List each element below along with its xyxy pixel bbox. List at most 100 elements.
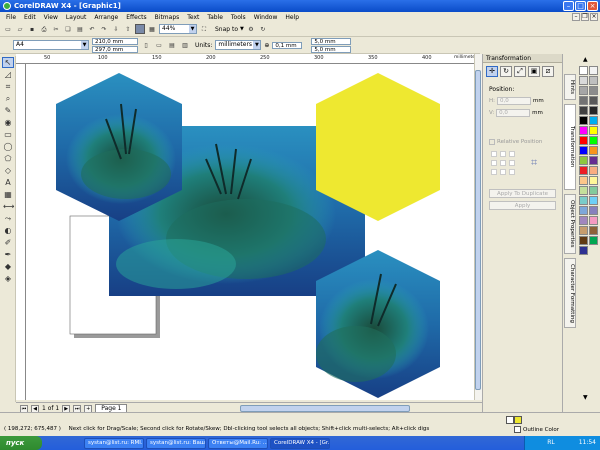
color-swatch[interactable] <box>589 136 598 145</box>
redo-icon[interactable]: ↷ <box>99 24 109 34</box>
color-swatch[interactable] <box>579 156 588 165</box>
zoom-tool-icon[interactable]: ⌕ <box>2 93 14 104</box>
color-swatch[interactable] <box>589 206 598 215</box>
menu-window[interactable]: Window <box>250 14 282 21</box>
color-swatch[interactable] <box>589 186 598 195</box>
tab-hints[interactable]: Hints <box>564 74 576 100</box>
print-icon[interactable]: ⎙ <box>39 24 49 34</box>
rotate-mode-icon[interactable]: ↻ <box>500 66 512 77</box>
yellow-hexagon[interactable] <box>316 73 440 221</box>
menu-edit[interactable]: Edit <box>20 14 40 21</box>
doc-close-button[interactable]: × <box>590 13 598 21</box>
smart-fill-icon[interactable]: ◉ <box>2 117 14 128</box>
menu-text[interactable]: Text <box>183 14 203 21</box>
minimize-button[interactable]: – <box>563 1 574 11</box>
color-swatch[interactable] <box>589 86 598 95</box>
color-swatch[interactable] <box>579 216 588 225</box>
fill-tool-icon[interactable]: ◆ <box>2 261 14 272</box>
full-screen-icon[interactable]: ⛶ <box>199 24 209 34</box>
menu-bitmaps[interactable]: Bitmaps <box>151 14 184 21</box>
dup-y-input[interactable]: 5,0 mm <box>311 45 352 53</box>
options-icon[interactable]: ⚙ <box>246 24 256 34</box>
pick-tool-icon[interactable]: ↖ <box>2 57 14 68</box>
position-mode-icon[interactable]: ✛ <box>486 66 498 77</box>
table-tool-icon[interactable]: ▦ <box>2 189 14 200</box>
reef-photo-hexagon-left[interactable] <box>56 73 182 221</box>
crop-tool-icon[interactable]: ⌗ <box>2 81 14 92</box>
apply-to-duplicate-button[interactable]: Apply To Duplicate <box>489 189 556 198</box>
copy-icon[interactable]: ❏ <box>63 24 73 34</box>
color-swatch[interactable] <box>579 106 588 115</box>
skew-mode-icon[interactable]: ⧄ <box>542 66 554 77</box>
color-swatch[interactable] <box>579 136 588 145</box>
import-icon[interactable]: ⇩ <box>111 24 121 34</box>
doc-minimize-button[interactable]: – <box>572 13 580 21</box>
color-swatch[interactable] <box>589 176 598 185</box>
nudge-input[interactable]: 0,1 mm <box>272 41 303 49</box>
open-icon[interactable]: ▱ <box>15 24 25 34</box>
reef-photo-hexagon-right[interactable] <box>316 250 440 398</box>
basic-shapes-icon[interactable]: ◇ <box>2 165 14 176</box>
vertical-scroll-thumb[interactable] <box>475 70 481 390</box>
color-swatch[interactable] <box>579 236 588 245</box>
connector-tool-icon[interactable]: ⤳ <box>2 213 14 224</box>
h-position-input[interactable]: 0,0 <box>497 97 531 105</box>
interactive-fill-icon[interactable]: ◈ <box>2 273 14 284</box>
color-swatch[interactable] <box>589 96 598 105</box>
menu-layout[interactable]: Layout <box>62 14 90 21</box>
task-answers[interactable]: Ответы@Mail.Ru: ... <box>208 437 268 449</box>
landscape-icon[interactable]: ▭ <box>154 40 164 50</box>
color-swatch[interactable] <box>589 146 598 155</box>
color-swatch[interactable] <box>589 66 598 75</box>
page-width-input[interactable]: 210,0 mm <box>92 37 138 45</box>
undo-icon[interactable]: ↶ <box>87 24 97 34</box>
all-pages-icon[interactable]: ▤ <box>167 40 177 50</box>
rectangle-tool-icon[interactable]: ▭ <box>2 129 14 140</box>
color-swatch[interactable] <box>579 66 588 75</box>
color-swatch[interactable] <box>589 106 598 115</box>
text-tool-icon[interactable]: A <box>2 177 14 188</box>
task-mail-2[interactable]: systan@list.ru: Ваш... <box>146 437 206 449</box>
color-swatch[interactable] <box>579 166 588 175</box>
color-swatch[interactable] <box>589 226 598 235</box>
color-swatch[interactable] <box>579 126 588 135</box>
color-swatch[interactable] <box>589 236 598 245</box>
menu-effects[interactable]: Effects <box>122 14 150 21</box>
tab-transformation[interactable]: Transformation <box>564 104 576 190</box>
page-size-combo[interactable]: A4 ▼ <box>13 40 89 50</box>
color-swatch[interactable] <box>589 116 598 125</box>
scale-mode-icon[interactable]: ⤢ <box>514 66 526 77</box>
size-mode-icon[interactable]: ▣ <box>528 66 540 77</box>
color-swatch[interactable] <box>579 96 588 105</box>
color-swatch[interactable] <box>579 146 588 155</box>
color-swatch[interactable] <box>589 216 598 225</box>
ellipse-tool-icon[interactable]: ◯ <box>2 141 14 152</box>
palette-scroll-up-icon[interactable]: ▲ <box>583 56 588 63</box>
color-swatch[interactable] <box>579 226 588 235</box>
cut-icon[interactable]: ✂ <box>51 24 61 34</box>
task-coreldraw[interactable]: CorelDRAW X4 - [Gr... <box>270 437 330 449</box>
task-mail-1[interactable]: systan@list.ru: RMI... <box>84 437 144 449</box>
page-height-input[interactable]: 297,0 mm <box>92 45 138 53</box>
zoom-combo[interactable]: 44% ▼ <box>159 24 197 34</box>
v-position-input[interactable]: 0,0 <box>496 109 531 117</box>
freehand-tool-icon[interactable]: ✎ <box>2 105 14 116</box>
color-swatch[interactable] <box>579 86 588 95</box>
export-icon[interactable]: ⇧ <box>123 24 133 34</box>
start-button[interactable]: пуск <box>0 436 42 450</box>
color-swatch[interactable] <box>579 116 588 125</box>
relative-checkbox[interactable] <box>489 139 495 145</box>
anchor-grid[interactable] <box>483 147 523 179</box>
language-indicator[interactable]: RL <box>547 439 555 446</box>
menu-file[interactable]: File <box>2 14 20 21</box>
doc-restore-button[interactable]: ❐ <box>581 13 589 21</box>
maximize-button[interactable]: □ <box>575 1 586 11</box>
color-swatch[interactable] <box>589 126 598 135</box>
color-swatch[interactable] <box>579 76 588 85</box>
paste-icon[interactable]: ▤ <box>75 24 85 34</box>
tab-object-properties[interactable]: Object Properties <box>564 194 576 254</box>
color-swatch[interactable] <box>579 186 588 195</box>
dup-x-input[interactable]: 5,0 mm <box>311 37 352 45</box>
menu-tools[interactable]: Tools <box>227 14 250 21</box>
polygon-tool-icon[interactable]: ⬠ <box>2 153 14 164</box>
